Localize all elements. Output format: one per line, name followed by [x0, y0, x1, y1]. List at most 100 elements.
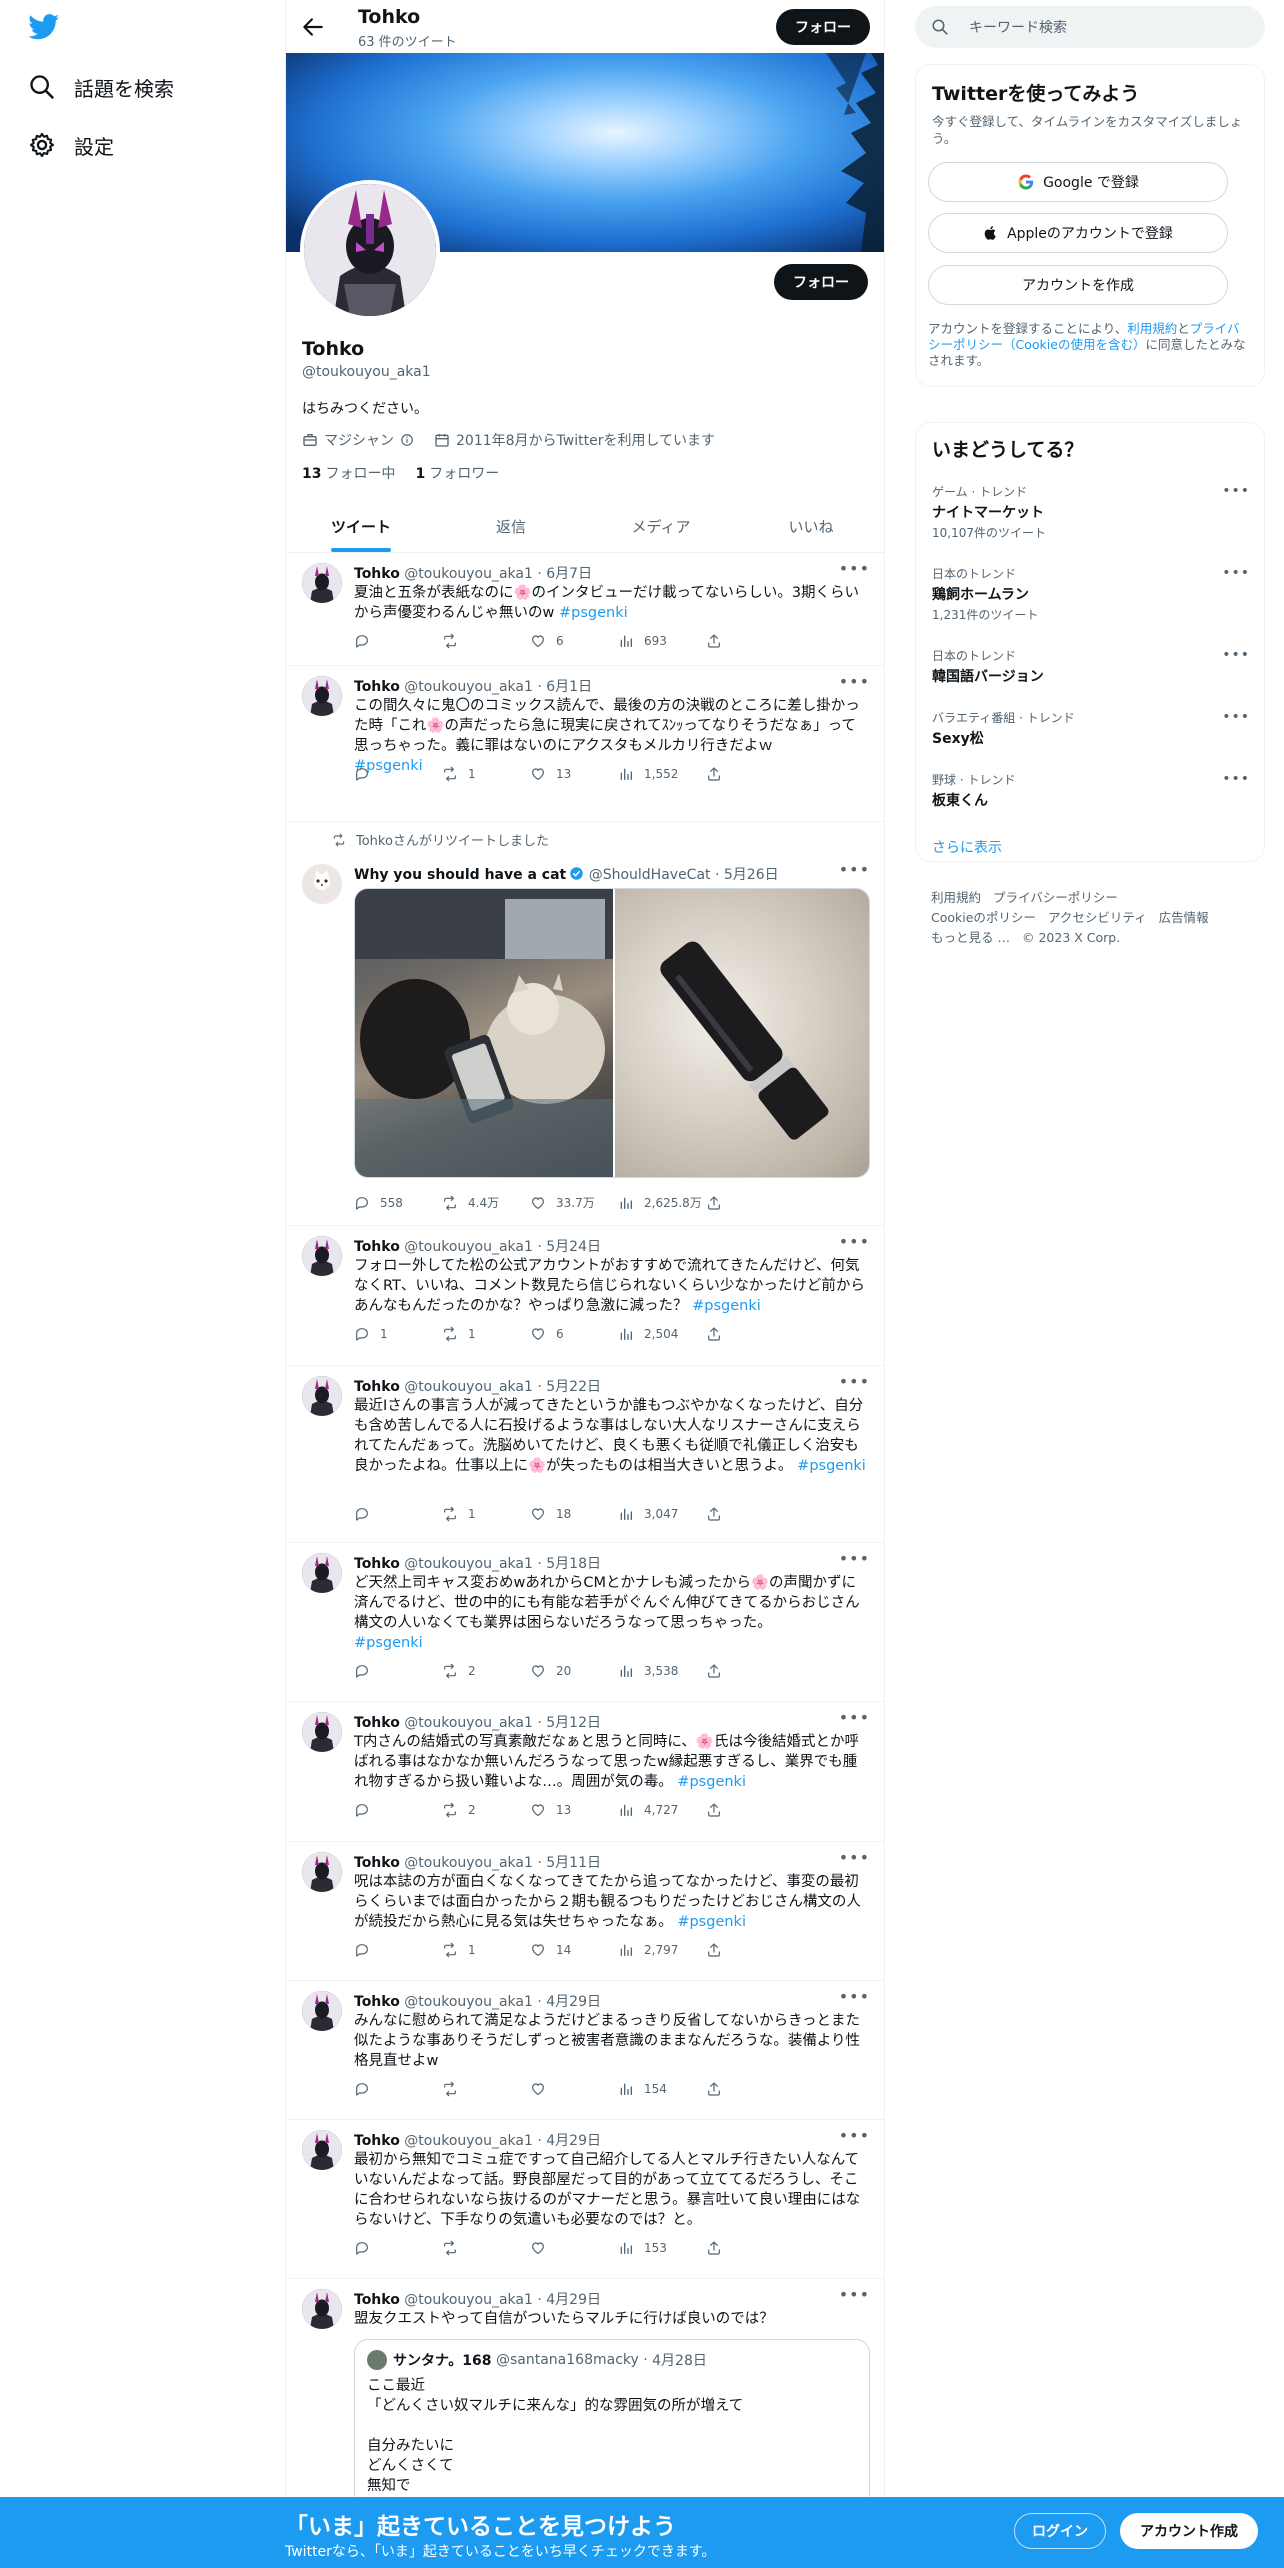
like-button[interactable]: 6	[530, 1326, 618, 1342]
trend-more-icon[interactable]: •••	[1222, 565, 1250, 581]
tweet-avatar[interactable]	[302, 2130, 342, 2170]
tweet-date[interactable]: 6月7日	[546, 566, 592, 582]
tweet[interactable]: Tohkoさんがリツイートしました Why you should have a c…	[286, 822, 884, 1226]
followers-link[interactable]: 1 フォロワー	[415, 463, 499, 483]
tweet[interactable]: Tohko @toukouyou_aka1 · 4月29日 ••• 最初から無知でコ…	[286, 2120, 884, 2279]
following-link[interactable]: 13 フォロー中	[302, 463, 395, 483]
tweet-author-handle[interactable]: @toukouyou_aka1	[404, 1855, 533, 1871]
retweet-button[interactable]: 1	[442, 1942, 530, 1958]
hashtag-link[interactable]: #psgenki	[797, 1458, 866, 1474]
tweet-author-handle[interactable]: @toukouyou_aka1	[404, 1379, 533, 1395]
tweet-date[interactable]: 5月18日	[546, 1556, 601, 1572]
hashtag-link[interactable]: #psgenki	[692, 1298, 761, 1314]
views-button[interactable]: 153	[618, 2240, 706, 2256]
tweet-author-name[interactable]: Tohko	[354, 1855, 400, 1871]
share-button[interactable]	[706, 1194, 794, 1211]
tab-tweets[interactable]: ツイート	[286, 500, 436, 552]
tab-media[interactable]: メディア	[586, 500, 736, 552]
show-more-trends-link[interactable]: さらに表示	[932, 837, 1002, 857]
reply-button[interactable]: 558	[354, 1194, 442, 1211]
trend-more-icon[interactable]: •••	[1222, 483, 1250, 499]
hashtag-link[interactable]: #psgenki	[677, 1914, 746, 1930]
like-button[interactable]: 6	[530, 633, 618, 649]
hashtag-link[interactable]: #psgenki	[677, 1774, 746, 1790]
tweet-avatar[interactable]	[302, 1376, 342, 1416]
trend-item[interactable]: 日本のトレンド 鶏飼ホームラン 1,231件のツイート •••	[932, 565, 1250, 623]
tweet-avatar[interactable]	[302, 563, 342, 603]
like-button[interactable]: 14	[530, 1942, 618, 1958]
trend-item[interactable]: 野球 · トレンド 板東くん •••	[932, 771, 1250, 810]
share-button[interactable]	[706, 1663, 794, 1679]
tweet-date[interactable]: 5月22日	[546, 1379, 601, 1395]
tweet-avatar[interactable]	[302, 1852, 342, 1892]
tweet-author-name[interactable]: Tohko	[354, 679, 400, 695]
retweet-button[interactable]: 2	[442, 1663, 530, 1679]
tweet-media[interactable]	[354, 888, 870, 1178]
tweet[interactable]: Tohko @toukouyou_aka1 · 4月29日 ••• みんなに慰められ…	[286, 1981, 884, 2120]
share-button[interactable]	[706, 1326, 794, 1342]
share-button[interactable]	[706, 633, 794, 649]
share-button[interactable]	[706, 1506, 794, 1522]
like-button[interactable]: 20	[530, 1663, 618, 1679]
tweet-date[interactable]: 4月29日	[546, 2133, 601, 2149]
share-button[interactable]	[706, 2081, 794, 2097]
reply-button[interactable]	[354, 1663, 442, 1679]
tweet-author-handle[interactable]: @toukouyou_aka1	[404, 1715, 533, 1731]
tweet-author-name[interactable]: Tohko	[354, 2133, 400, 2149]
footer-accessibility[interactable]: アクセシビリティ	[1048, 910, 1147, 925]
retweet-button[interactable]	[442, 2240, 530, 2256]
views-button[interactable]: 154	[618, 2081, 706, 2097]
tweet-date[interactable]: 4月29日	[546, 2292, 601, 2308]
views-button[interactable]: 693	[618, 633, 706, 649]
profile-avatar[interactable]	[300, 180, 440, 320]
more-options-icon[interactable]: •••	[839, 559, 870, 578]
header-follow-button[interactable]: フォロー	[776, 9, 870, 45]
apple-signup-button[interactable]: Appleのアカウントで登録	[928, 213, 1228, 253]
tweet[interactable]: Tohko @toukouyou_aka1 · 5月18日 ••• ど天然上司キャス…	[286, 1543, 884, 1702]
nav-explore[interactable]: 話題を検索	[28, 67, 174, 107]
more-options-icon[interactable]: •••	[839, 2126, 870, 2145]
terms-link[interactable]: 利用規約	[1127, 321, 1177, 336]
tweet-date[interactable]: 4月29日	[546, 1994, 601, 2010]
media-photo-lipstick[interactable]	[615, 889, 869, 1177]
tweet-avatar[interactable]	[302, 864, 342, 904]
tweet-author-handle[interactable]: @toukouyou_aka1	[404, 2133, 533, 2149]
tweet-author-name[interactable]: Tohko	[354, 1379, 400, 1395]
tweet-author-handle[interactable]: @toukouyou_aka1	[404, 1239, 533, 1255]
tweet-author-name[interactable]: Tohko	[354, 1994, 400, 2010]
share-button[interactable]	[706, 1802, 794, 1818]
footer-privacy[interactable]: プライバシーポリシー	[993, 890, 1118, 905]
reply-button[interactable]: 1	[354, 1326, 442, 1342]
more-options-icon[interactable]: •••	[839, 2285, 870, 2304]
tweet-author-name[interactable]: Tohko	[354, 2292, 400, 2308]
tweet-avatar[interactable]	[302, 676, 342, 716]
like-button[interactable]: 13	[530, 1802, 618, 1818]
more-options-icon[interactable]: •••	[839, 860, 870, 879]
login-button[interactable]: ログイン	[1014, 2513, 1106, 2549]
tweet-author-handle[interactable]: @toukouyou_aka1	[404, 566, 533, 582]
twitter-logo-icon[interactable]	[28, 14, 60, 40]
more-options-icon[interactable]: •••	[839, 672, 870, 691]
search-box[interactable]: キーワード検索	[915, 6, 1265, 48]
media-photo-cat-phone[interactable]	[355, 889, 613, 1177]
tweet-avatar[interactable]	[302, 2289, 342, 2329]
tweet-date[interactable]: 5月11日	[546, 1855, 601, 1871]
trend-more-icon[interactable]: •••	[1222, 709, 1250, 725]
tweet-date[interactable]: 5月12日	[546, 1715, 601, 1731]
tweet-avatar[interactable]	[302, 1553, 342, 1593]
tweet-author-name[interactable]: Why you should have a cat	[354, 867, 566, 883]
more-options-icon[interactable]: •••	[839, 1232, 870, 1251]
create-account-button[interactable]: アカウントを作成	[928, 265, 1228, 305]
views-button[interactable]: 1,552	[618, 766, 706, 782]
reply-button[interactable]	[354, 1942, 442, 1958]
trend-item[interactable]: ゲーム · トレンド ナイトマーケット 10,107件のツイート •••	[932, 483, 1250, 541]
reply-button[interactable]	[354, 2240, 442, 2256]
tweet[interactable]: Tohko @toukouyou_aka1 · 5月24日 ••• フォロー外してた…	[286, 1226, 884, 1366]
tweet-author-handle[interactable]: @toukouyou_aka1	[404, 2292, 533, 2308]
share-button[interactable]	[706, 766, 794, 782]
back-arrow-icon[interactable]	[300, 14, 326, 40]
tweet[interactable]: Tohko @toukouyou_aka1 · 5月11日 ••• 呪は本誌の方が面…	[286, 1842, 884, 1981]
tweet-author-handle[interactable]: @toukouyou_aka1	[404, 1556, 533, 1572]
like-button[interactable]: 18	[530, 1506, 618, 1522]
tweet[interactable]: Tohko @toukouyou_aka1 · 6月7日 ••• 夏油と五条が表紙な…	[286, 553, 884, 666]
